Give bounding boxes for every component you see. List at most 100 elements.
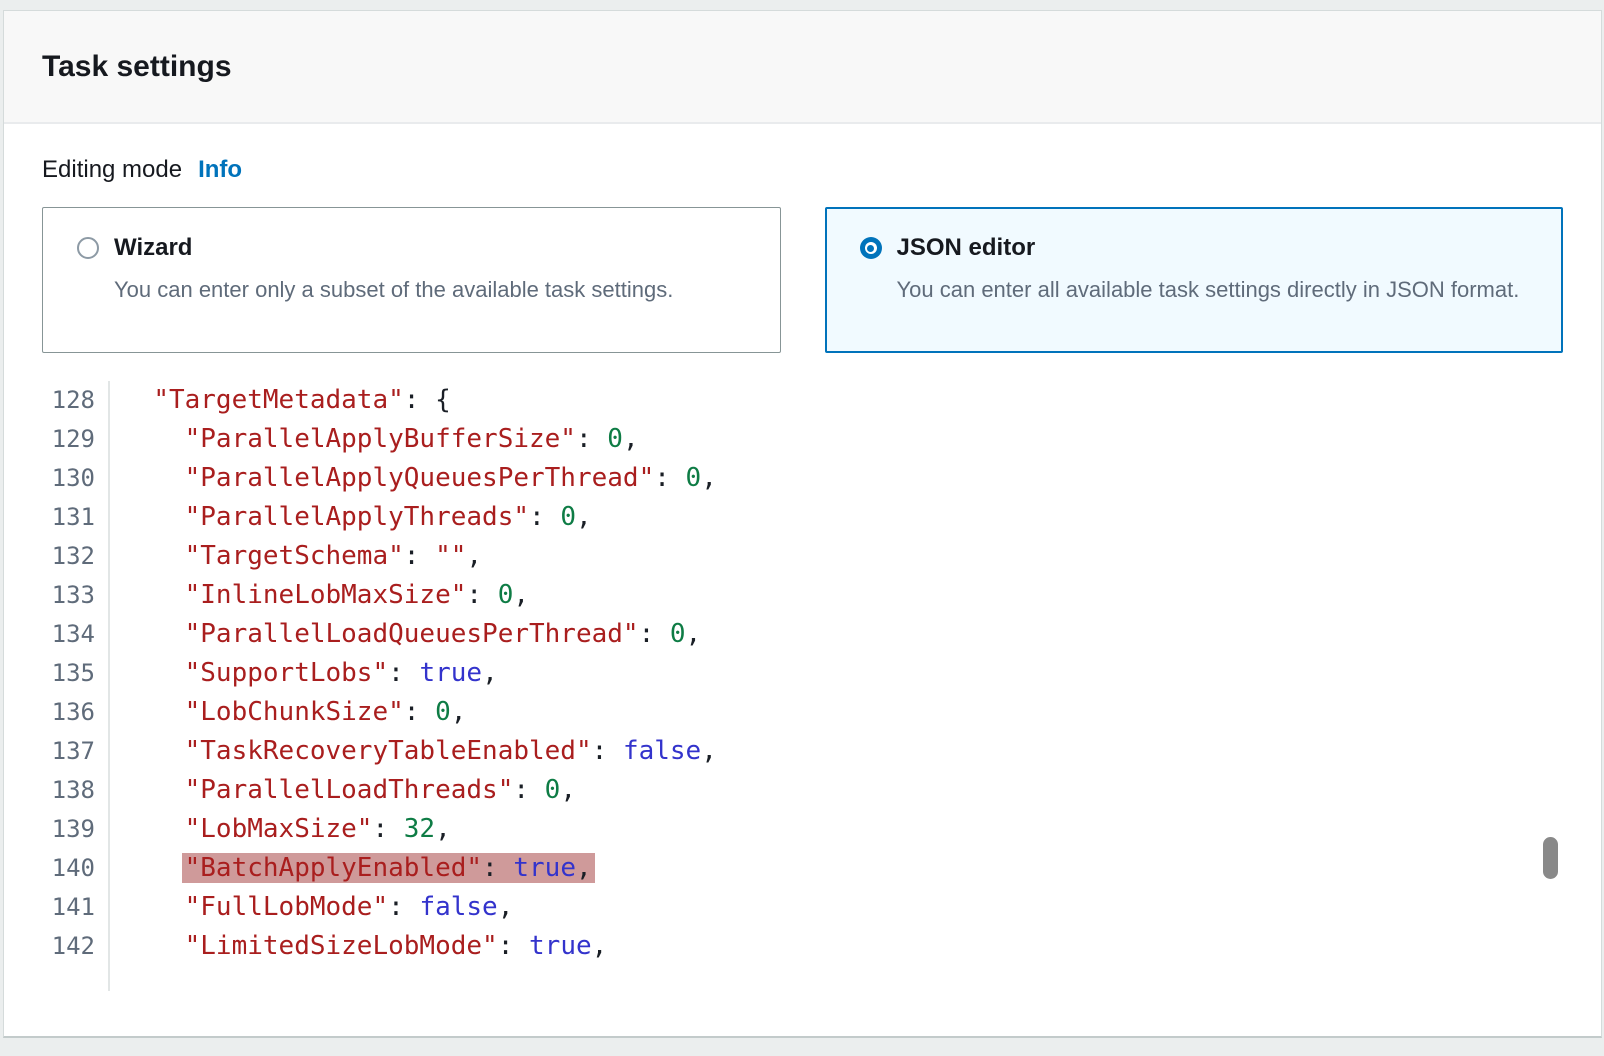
trailing-comma: , xyxy=(701,736,717,766)
json-editor-option-head: JSON editor xyxy=(860,234,1533,262)
code-token: "ParallelLoadThreads": 0, xyxy=(185,775,576,805)
json-key: "SupportLobs" xyxy=(185,658,389,688)
key-value-separator: : xyxy=(576,424,607,454)
trailing-comma: , xyxy=(576,502,592,532)
json-key: "InlineLobMaxSize" xyxy=(185,580,467,610)
json-editor-radio-button[interactable] xyxy=(860,237,882,259)
trailing-comma: , xyxy=(560,775,576,805)
code-token: "ParallelApplyQueuesPerThread": 0, xyxy=(185,463,717,493)
line-number: 130 xyxy=(42,459,110,498)
trailing-comma: , xyxy=(592,931,608,961)
code-token: "TargetMetadata": { xyxy=(153,385,450,415)
json-value: true xyxy=(529,931,592,961)
json-value: 0 xyxy=(498,580,514,610)
code-line[interactable]: 137 "TaskRecoveryTableEnabled": false, xyxy=(42,732,1563,771)
code-token: "TargetSchema": "", xyxy=(185,541,482,571)
code-editor[interactable]: 128 "TargetMetadata": {129 "ParallelAppl… xyxy=(42,381,1563,991)
code-line[interactable]: 139 "LobMaxSize": 32, xyxy=(42,810,1563,849)
line-number: 132 xyxy=(42,537,110,576)
wizard-option-head: Wizard xyxy=(77,234,750,262)
code-text: "LobMaxSize": 32, xyxy=(110,810,451,849)
code-text: "BatchApplyEnabled": true, xyxy=(110,849,592,888)
wizard-radio-button[interactable] xyxy=(77,237,99,259)
key-value-separator: : xyxy=(529,502,560,532)
json-value: 0 xyxy=(545,775,561,805)
code-token: "ParallelLoadQueuesPerThread": 0, xyxy=(185,619,702,649)
code-line[interactable]: 141 "FullLobMode": false, xyxy=(42,888,1563,927)
code-text: "FullLobMode": false, xyxy=(110,888,513,927)
key-value-separator: : xyxy=(404,697,435,727)
code-line[interactable]: 129 "ParallelApplyBufferSize": 0, xyxy=(42,420,1563,459)
code-line[interactable]: 133 "InlineLobMaxSize": 0, xyxy=(42,576,1563,615)
line-number: 134 xyxy=(42,615,110,654)
code-line[interactable]: 138 "ParallelLoadThreads": 0, xyxy=(42,771,1563,810)
trailing-comma: , xyxy=(513,580,529,610)
code-line[interactable]: 140 "BatchApplyEnabled": true, xyxy=(42,849,1563,888)
key-value-separator: : xyxy=(388,658,419,688)
wizard-option-description: You can enter only a subset of the avail… xyxy=(114,270,750,310)
code-text: "ParallelApplyThreads": 0, xyxy=(110,498,592,537)
code-token: "LimitedSizeLobMode": true, xyxy=(185,931,608,961)
trailing-comma: , xyxy=(451,697,467,727)
json-value: 0 xyxy=(686,463,702,493)
json-key: "ParallelApplyBufferSize" xyxy=(185,424,576,454)
key-value-separator: : xyxy=(466,580,497,610)
code-line[interactable]: 130 "ParallelApplyQueuesPerThread": 0, xyxy=(42,459,1563,498)
key-value-separator: : xyxy=(498,931,529,961)
code-token: "InlineLobMaxSize": 0, xyxy=(185,580,529,610)
line-number: 140 xyxy=(42,849,110,888)
key-value-separator: : xyxy=(404,541,435,571)
line-number-empty xyxy=(42,966,110,991)
json-key: "BatchApplyEnabled" xyxy=(185,853,482,883)
json-key: "ParallelLoadThreads" xyxy=(185,775,514,805)
line-number: 139 xyxy=(42,810,110,849)
json-key: "TaskRecoveryTableEnabled" xyxy=(185,736,592,766)
key-value-separator: : xyxy=(654,463,685,493)
code-text: "TargetSchema": "", xyxy=(110,537,482,576)
editing-mode-label: Editing mode xyxy=(42,156,182,184)
trailing-comma: , xyxy=(435,814,451,844)
code-line[interactable]: 135 "SupportLobs": true, xyxy=(42,654,1563,693)
wizard-option-card[interactable]: Wizard You can enter only a subset of th… xyxy=(42,207,781,353)
line-number: 138 xyxy=(42,771,110,810)
line-number: 141 xyxy=(42,888,110,927)
code-text: "TargetMetadata": { xyxy=(110,381,451,420)
json-key: "TargetMetadata" xyxy=(153,385,403,415)
code-text: "LimitedSizeLobMode": true, xyxy=(110,927,607,966)
code-text: "LobChunkSize": 0, xyxy=(110,693,466,732)
trailing-comma: , xyxy=(576,853,592,883)
json-key: "LimitedSizeLobMode" xyxy=(185,931,498,961)
code-line[interactable]: 128 "TargetMetadata": { xyxy=(42,381,1563,420)
json-key: "ParallelLoadQueuesPerThread" xyxy=(185,619,639,649)
editing-mode-row: Editing mode Info xyxy=(42,156,1563,184)
key-value-separator: : xyxy=(482,853,513,883)
code-line[interactable]: 131 "ParallelApplyThreads": 0, xyxy=(42,498,1563,537)
json-key: "FullLobMode" xyxy=(185,892,389,922)
trailing-comma: , xyxy=(686,619,702,649)
panel-header: Task settings xyxy=(4,11,1601,124)
code-line[interactable]: 132 "TargetSchema": "", xyxy=(42,537,1563,576)
panel-content: Editing mode Info Wizard You can enter o… xyxy=(4,124,1601,1027)
code-token: "SupportLobs": true, xyxy=(185,658,498,688)
code-text: "ParallelApplyQueuesPerThread": 0, xyxy=(110,459,717,498)
line-number: 128 xyxy=(42,381,110,420)
json-key: "LobMaxSize" xyxy=(185,814,373,844)
code-line[interactable]: 136 "LobChunkSize": 0, xyxy=(42,693,1563,732)
json-editor-option-title: JSON editor xyxy=(897,234,1036,262)
json-value: 0 xyxy=(435,697,451,727)
code-line[interactable]: 142 "LimitedSizeLobMode": true, xyxy=(42,927,1563,966)
code-text: "TaskRecoveryTableEnabled": false, xyxy=(110,732,717,771)
code-line[interactable]: 134 "ParallelLoadQueuesPerThread": 0, xyxy=(42,615,1563,654)
json-value: true xyxy=(513,853,576,883)
code-text: "ParallelApplyBufferSize": 0, xyxy=(110,420,639,459)
json-key: "LobChunkSize" xyxy=(185,697,404,727)
info-link[interactable]: Info xyxy=(198,156,242,184)
key-value-separator: : xyxy=(388,892,419,922)
json-key: "ParallelApplyQueuesPerThread" xyxy=(185,463,655,493)
json-key: "ParallelApplyThreads" xyxy=(185,502,529,532)
json-value: "" xyxy=(435,541,466,571)
code-token: "LobChunkSize": 0, xyxy=(185,697,467,727)
json-editor-option-card[interactable]: JSON editor You can enter all available … xyxy=(825,207,1564,353)
line-number: 133 xyxy=(42,576,110,615)
vertical-scrollbar-thumb[interactable] xyxy=(1543,837,1558,879)
